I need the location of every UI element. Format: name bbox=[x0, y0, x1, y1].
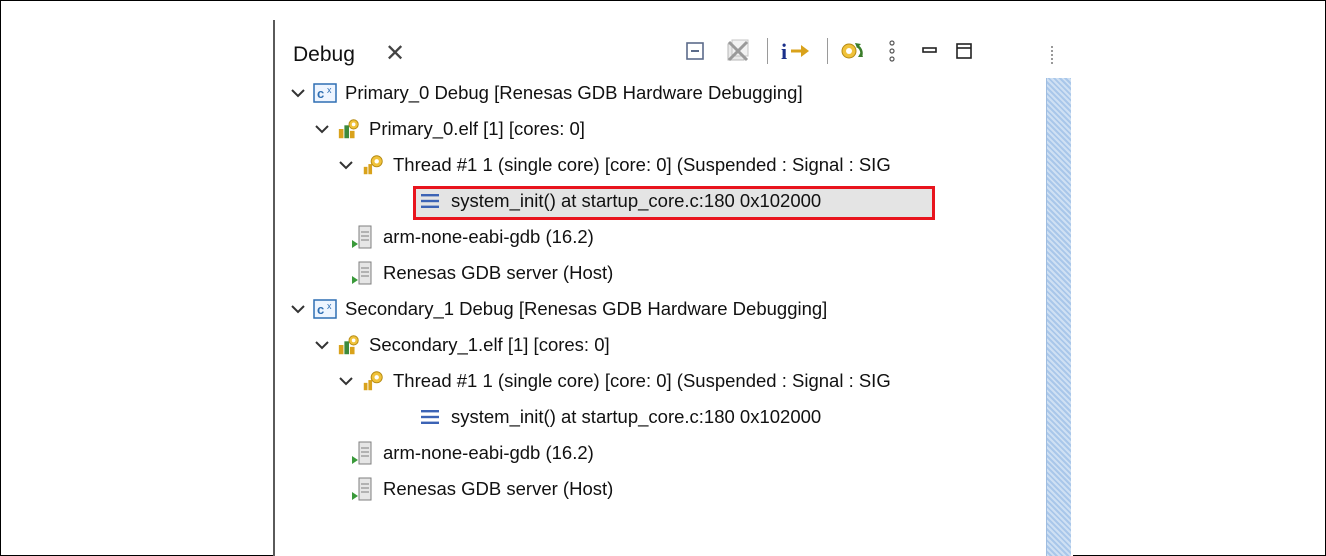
debug-view: Debug ✕ i c x Primary_0 Debug [Renesas G… bbox=[273, 20, 1043, 556]
chevron-down-icon[interactable] bbox=[313, 120, 331, 138]
chevron-down-icon[interactable] bbox=[337, 372, 355, 390]
tree-item-gdb-server[interactable]: Renesas GDB server (Host) bbox=[351, 256, 613, 290]
thread-icon bbox=[361, 153, 385, 177]
tree-item-label: Secondary_1 Debug [Renesas GDB Hardware … bbox=[345, 298, 828, 319]
tree-item-gdb-server[interactable]: Renesas GDB server (Host) bbox=[351, 472, 613, 506]
toolbar-separator bbox=[767, 38, 768, 64]
relaunch-icon[interactable] bbox=[835, 36, 871, 66]
tree-item-label: Primary_0 Debug [Renesas GDB Hardware De… bbox=[345, 82, 803, 103]
tree-item-label: system_init() at startup_core.c:180 0x10… bbox=[451, 406, 822, 427]
adjacent-view-scrollbar[interactable] bbox=[1046, 78, 1071, 556]
gdb-server-icon bbox=[351, 261, 375, 285]
c-launch-icon: cx bbox=[313, 297, 337, 321]
view-menu-icon[interactable] bbox=[881, 36, 903, 66]
chevron-down-icon[interactable] bbox=[313, 336, 331, 354]
thread-icon bbox=[361, 369, 385, 393]
svg-text:x: x bbox=[327, 301, 332, 311]
tree-item-label: system_init() at startup_core.c:180 0x10… bbox=[451, 190, 822, 211]
tree-item-gdb[interactable]: arm-none-eabi-gdb (16.2) bbox=[351, 220, 594, 254]
chevron-down-icon[interactable] bbox=[337, 156, 355, 174]
svg-text:c: c bbox=[317, 86, 324, 101]
gdb-process-icon bbox=[351, 225, 375, 249]
process-icon bbox=[337, 117, 361, 141]
svg-text:x: x bbox=[327, 85, 332, 95]
tree-item-label: Secondary_1.elf [1] [cores: 0] bbox=[369, 334, 610, 355]
tree-item-launch[interactable]: cx Primary_0 Debug [Renesas GDB Hardware… bbox=[289, 76, 803, 110]
tree-item-process[interactable]: Primary_0.elf [1] [cores: 0] bbox=[313, 112, 585, 146]
chevron-down-icon[interactable] bbox=[289, 84, 307, 102]
view-menu-icon[interactable] bbox=[1051, 46, 1057, 64]
c-launch-icon: cx bbox=[313, 81, 337, 105]
tree-item-launch[interactable]: cx Secondary_1 Debug [Renesas GDB Hardwa… bbox=[289, 292, 827, 326]
tab-debug[interactable]: Debug bbox=[293, 43, 355, 67]
svg-text:i: i bbox=[781, 39, 787, 63]
gdb-process-icon bbox=[351, 441, 375, 465]
tree-item-process[interactable]: Secondary_1.elf [1] [cores: 0] bbox=[313, 328, 610, 362]
process-icon bbox=[337, 333, 361, 357]
remove-terminated-icon[interactable] bbox=[720, 36, 756, 66]
stack-frame-icon bbox=[419, 191, 441, 211]
tree-item-thread[interactable]: Thread #1 1 (single core) [core: 0] (Sus… bbox=[337, 148, 891, 182]
tree-item-label: arm-none-eabi-gdb (16.2) bbox=[383, 442, 594, 463]
tree-item-gdb[interactable]: arm-none-eabi-gdb (16.2) bbox=[351, 436, 594, 470]
tree-item-stack-frame[interactable]: system_init() at startup_core.c:180 0x10… bbox=[419, 400, 821, 434]
tree-item-label: arm-none-eabi-gdb (16.2) bbox=[383, 226, 594, 247]
tree-item-label: Thread #1 1 (single core) [core: 0] (Sus… bbox=[393, 154, 891, 175]
tree-item-stack-frame[interactable]: system_init() at startup_core.c:180 0x10… bbox=[419, 184, 821, 218]
adjacent-view-strip bbox=[1043, 20, 1073, 556]
gdb-server-icon bbox=[351, 477, 375, 501]
chevron-down-icon[interactable] bbox=[289, 300, 307, 318]
tree-item-label: Renesas GDB server (Host) bbox=[383, 262, 614, 283]
tree-item-label: Primary_0.elf [1] [cores: 0] bbox=[369, 118, 585, 139]
instruction-stepping-icon[interactable]: i bbox=[776, 36, 816, 66]
minimize-icon[interactable] bbox=[915, 36, 943, 66]
close-icon[interactable]: ✕ bbox=[385, 40, 405, 68]
stack-frame-icon bbox=[419, 407, 441, 427]
tree-item-thread[interactable]: Thread #1 1 (single core) [core: 0] (Sus… bbox=[337, 364, 891, 398]
svg-text:c: c bbox=[317, 302, 324, 317]
view-tab-bar: Debug ✕ i bbox=[275, 20, 1043, 82]
tree-item-label: Renesas GDB server (Host) bbox=[383, 478, 614, 499]
collapse-all-icon[interactable] bbox=[681, 36, 711, 66]
toolbar-separator bbox=[827, 38, 828, 64]
maximize-icon[interactable] bbox=[949, 36, 979, 66]
tree-item-label: Thread #1 1 (single core) [core: 0] (Sus… bbox=[393, 370, 891, 391]
